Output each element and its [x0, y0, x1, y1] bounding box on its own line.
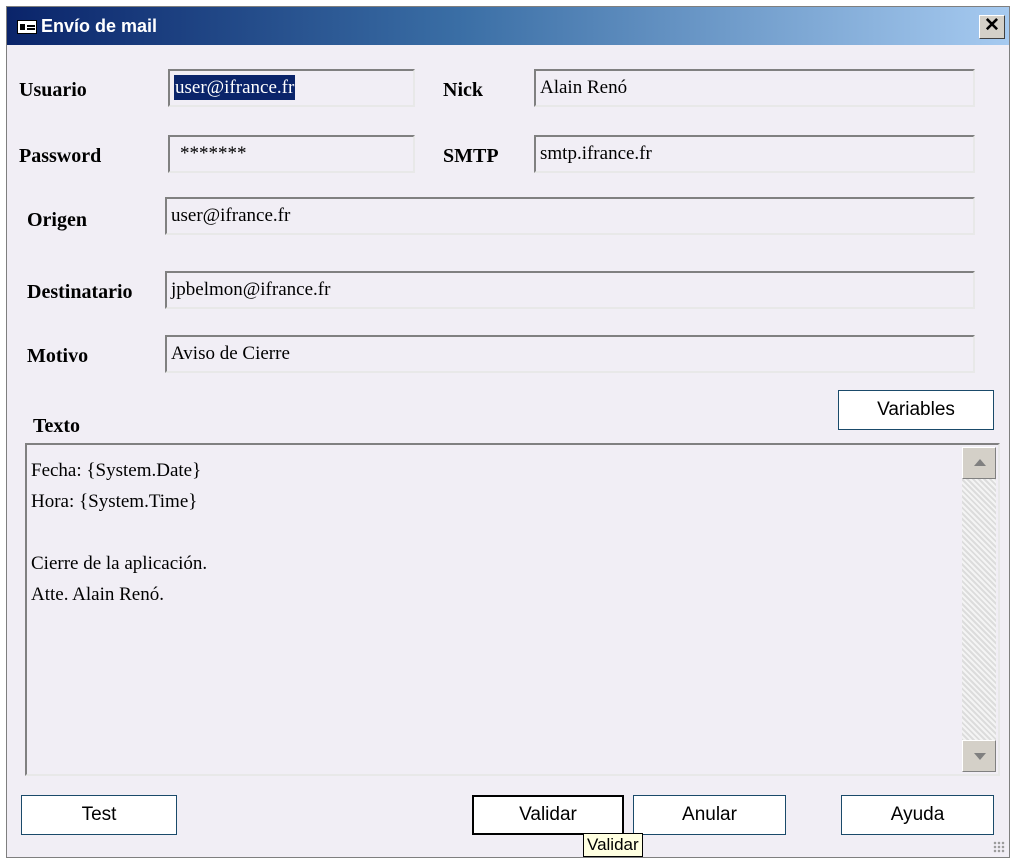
- usuario-value: user@ifrance.fr: [174, 75, 296, 100]
- validar-tooltip: Validar: [583, 833, 643, 857]
- scroll-down-arrow-icon[interactable]: [962, 740, 996, 772]
- texto-label: Texto: [33, 415, 81, 437]
- close-button[interactable]: ✕: [979, 15, 1005, 39]
- nick-field[interactable]: Alain Renó: [534, 69, 975, 107]
- ayuda-button[interactable]: Ayuda: [841, 795, 994, 835]
- usuario-field[interactable]: user@ifrance.fr: [168, 69, 415, 107]
- destinatario-label: Destinatario: [27, 281, 133, 303]
- window-title: Envío de mail: [41, 16, 158, 36]
- usuario-label: Usuario: [19, 79, 87, 101]
- password-field[interactable]: *******: [168, 135, 415, 173]
- origen-label: Origen: [27, 209, 87, 231]
- vertical-scrollbar[interactable]: [962, 447, 996, 772]
- nick-label: Nick: [443, 79, 483, 101]
- origen-field[interactable]: user@ifrance.fr: [165, 197, 975, 235]
- motivo-label: Motivo: [27, 345, 89, 367]
- motivo-field[interactable]: Aviso de Cierre: [165, 335, 975, 373]
- smtp-field[interactable]: smtp.ifrance.fr: [534, 135, 975, 173]
- title-bar[interactable]: Envío de mail ✕: [7, 7, 1009, 45]
- variables-button[interactable]: Variables: [838, 390, 994, 430]
- mail-dialog: Envío de mail ✕ Usuario user@ifrance.fr …: [6, 6, 1010, 858]
- texto-content: Fecha: {System.Date} Hora: {System.Time}…: [31, 460, 208, 605]
- destinatario-field[interactable]: jpbelmon@ifrance.fr: [165, 271, 975, 309]
- mail-card-icon: [17, 20, 37, 34]
- password-label: Password: [19, 145, 102, 167]
- resize-grip-icon[interactable]: [993, 841, 1005, 853]
- scroll-up-arrow-icon[interactable]: [962, 447, 996, 479]
- anular-button[interactable]: Anular: [633, 795, 786, 835]
- smtp-label: SMTP: [443, 145, 499, 167]
- texto-textarea[interactable]: Fecha: {System.Date} Hora: {System.Time}…: [25, 443, 1000, 776]
- test-button[interactable]: Test: [21, 795, 177, 835]
- validar-button[interactable]: Validar: [472, 795, 624, 835]
